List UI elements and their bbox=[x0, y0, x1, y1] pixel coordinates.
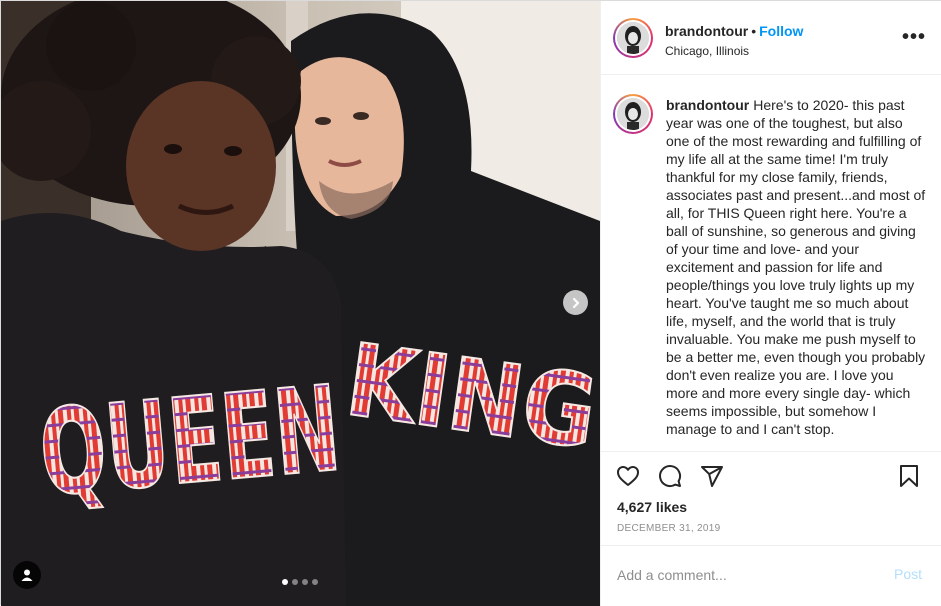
share-button[interactable] bbox=[699, 463, 725, 489]
separator: • bbox=[751, 23, 757, 39]
carousel-dot bbox=[302, 579, 308, 585]
user-tags-button[interactable] bbox=[13, 561, 41, 589]
post-caption: brandontour Here's to 2020- this past yea… bbox=[666, 96, 928, 438]
avatar[interactable] bbox=[613, 18, 653, 58]
likes-count[interactable]: 4,627 likes bbox=[617, 499, 687, 515]
carousel-next-button[interactable] bbox=[563, 290, 588, 315]
caption-section[interactable]: brandontour Here's to 2020- this past yea… bbox=[601, 76, 941, 451]
caption-username-link[interactable]: brandontour bbox=[666, 97, 749, 113]
carousel-indicator bbox=[282, 579, 318, 585]
carousel-dot bbox=[312, 579, 318, 585]
post-header: brandontour • Follow Chicago, Illinois ••• bbox=[601, 1, 941, 75]
save-button[interactable] bbox=[896, 463, 922, 489]
comment-button[interactable] bbox=[657, 463, 683, 489]
location-link[interactable]: Chicago, Illinois bbox=[665, 44, 803, 58]
header-text: brandontour • Follow Chicago, Illinois bbox=[665, 23, 803, 58]
comment-icon bbox=[659, 465, 682, 488]
action-icons bbox=[615, 463, 725, 489]
more-options-button[interactable]: ••• bbox=[902, 27, 926, 47]
post-date[interactable]: DECEMBER 31, 2019 bbox=[617, 523, 720, 534]
follow-button[interactable]: Follow bbox=[759, 23, 803, 39]
caption-avatar[interactable] bbox=[613, 94, 653, 134]
chevron-right-icon bbox=[572, 297, 579, 308]
comment-input[interactable] bbox=[617, 565, 867, 585]
share-icon bbox=[701, 466, 723, 487]
post-photo: QUEEN KING bbox=[1, 1, 600, 606]
post-media[interactable]: QUEEN KING bbox=[1, 1, 600, 606]
post-side-panel: brandontour • Follow Chicago, Illinois •••… bbox=[600, 1, 941, 606]
bookmark-icon bbox=[900, 465, 918, 487]
shirt-left-text: QUEEN bbox=[34, 359, 345, 523]
post-comment-button[interactable]: Post bbox=[894, 566, 922, 582]
username-link[interactable]: brandontour bbox=[665, 23, 748, 39]
instagram-post: QUEEN KING brandontour • Follow Chicago, I… bbox=[0, 0, 941, 606]
like-button[interactable] bbox=[615, 463, 641, 489]
caption-text: Here's to 2020- this past year was one o… bbox=[666, 97, 926, 437]
actions-section: 4,627 likes DECEMBER 31, 2019 bbox=[601, 451, 941, 546]
comment-form: Post bbox=[601, 547, 941, 605]
heart-icon bbox=[617, 466, 639, 486]
carousel-dot bbox=[292, 579, 298, 585]
user-tag-icon bbox=[21, 569, 33, 581]
carousel-dot bbox=[282, 579, 288, 585]
